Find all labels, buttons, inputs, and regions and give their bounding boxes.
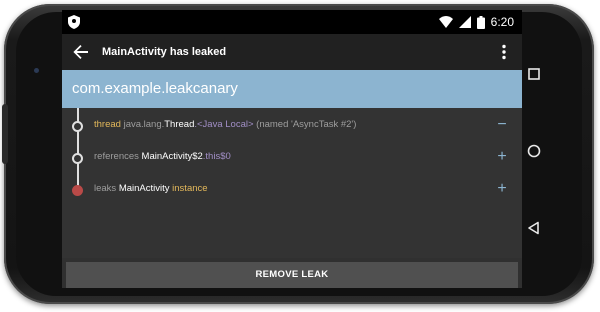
collapse-button[interactable]: −	[492, 114, 512, 136]
leak-trace-list: thread java.lang.Thread.<Java Local> (na…	[62, 108, 522, 258]
trace-class: Thread	[164, 119, 195, 130]
volume-button	[2, 104, 8, 164]
arrow-left-icon[interactable]	[72, 43, 90, 61]
wifi-icon	[438, 16, 453, 28]
expand-button[interactable]: +	[492, 178, 512, 200]
trace-row-leak[interactable]: leaks MainActivity instance +	[62, 174, 522, 206]
more-vert-icon[interactable]	[494, 42, 514, 62]
trace-class: MainActivity$2	[141, 151, 203, 162]
trace-node	[72, 153, 83, 164]
package-name: com.example.leakcanary	[72, 80, 238, 97]
trace-row-thread[interactable]: thread java.lang.Thread.<Java Local> (na…	[62, 110, 522, 142]
battery-icon	[476, 15, 485, 29]
signal-icon	[458, 16, 471, 28]
package-header: com.example.leakcanary	[62, 70, 522, 108]
trace-row-text: references MainActivity$2.this$0	[94, 142, 231, 172]
remove-leak-button[interactable]: REMOVE LEAK	[66, 262, 518, 288]
back-triangle-icon[interactable]	[526, 220, 542, 236]
page-title: MainActivity has leaked	[102, 46, 227, 58]
trace-keyword: leaks	[94, 183, 119, 194]
leak-node	[72, 185, 83, 196]
recents-square-icon[interactable]	[526, 66, 542, 82]
trace-field: .<Java Local>	[194, 119, 254, 130]
status-time: 6:20	[490, 15, 514, 29]
trace-field: .this$0	[202, 151, 231, 162]
trace-node	[72, 121, 83, 132]
status-icons: 6:20	[438, 10, 514, 34]
status-bar: 6:20	[62, 10, 522, 34]
trace-row-text: thread java.lang.Thread.<Java Local> (na…	[94, 110, 356, 140]
expand-button[interactable]: +	[492, 146, 512, 168]
device-screen: 6:20 MainActivity has leaked com.example…	[62, 10, 522, 288]
trace-class: MainActivity	[118, 183, 170, 194]
trace-package: java.lang.	[120, 119, 165, 130]
home-circle-icon[interactable]	[526, 143, 542, 159]
trace-row-reference[interactable]: references MainActivity$2.this$0 +	[62, 142, 522, 174]
shield-icon	[68, 15, 80, 29]
trace-row-text: leaks MainActivity instance	[94, 174, 208, 204]
trace-field: instance	[169, 183, 208, 194]
trace-keyword: references	[94, 151, 142, 162]
app-toolbar: MainActivity has leaked	[62, 34, 522, 70]
trace-extra: (named 'AsyncTask #2')	[253, 119, 357, 130]
trace-keyword: thread	[94, 119, 121, 130]
front-camera	[34, 68, 39, 73]
